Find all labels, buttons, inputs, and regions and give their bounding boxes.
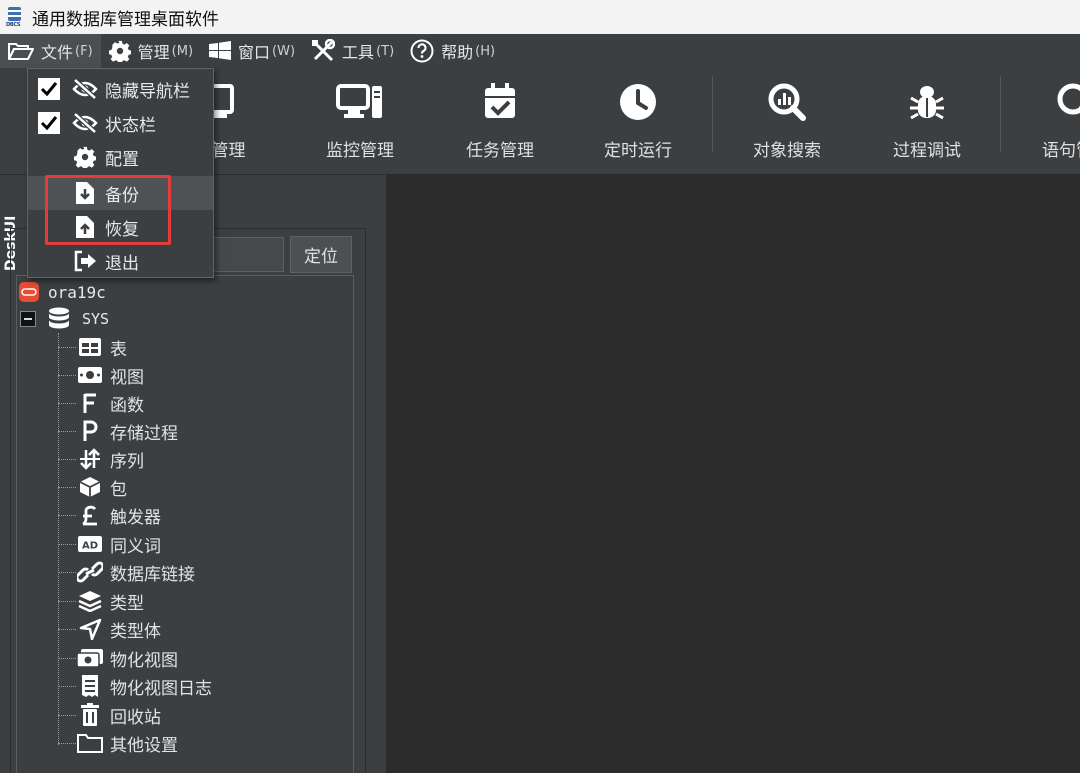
clock-icon bbox=[620, 84, 656, 120]
materialized-view-icon bbox=[76, 646, 104, 670]
tree-node-types[interactable]: 类型 bbox=[58, 587, 144, 615]
toolbar-separator bbox=[1000, 76, 1001, 152]
sign-out-icon bbox=[72, 249, 98, 273]
toolbar-monitor-button[interactable]: 监控管理 bbox=[300, 78, 420, 168]
menu-item-exit[interactable]: 退出 bbox=[28, 244, 213, 278]
tree-node-packages[interactable]: 包 bbox=[58, 473, 127, 501]
eye-slash-icon bbox=[72, 111, 98, 135]
toolbar-sql-manage-button[interactable]: 语句管理 bbox=[1016, 78, 1080, 168]
title-bar: DBCS 通用数据库管理桌面软件 bbox=[0, 0, 1080, 34]
tree-node-sequences[interactable]: 序列 bbox=[58, 445, 144, 473]
tree-node-triggers[interactable]: 触发器 bbox=[58, 501, 161, 529]
table-icon bbox=[76, 335, 104, 359]
tree-node-views[interactable]: 视图 bbox=[58, 361, 144, 389]
gear-icon bbox=[108, 40, 131, 62]
tree-schema-node[interactable]: SYS bbox=[20, 306, 109, 332]
search-icon bbox=[1057, 83, 1080, 115]
folder-icon bbox=[76, 731, 104, 755]
view-icon bbox=[76, 363, 104, 387]
tree-node-db-links[interactable]: 数据库链接 bbox=[58, 558, 195, 586]
menu-item-config[interactable]: 配置 bbox=[28, 140, 213, 174]
locate-button[interactable]: 定位 bbox=[290, 236, 352, 273]
checkbox-checked-icon[interactable] bbox=[38, 78, 60, 100]
toolbar-object-search-button[interactable]: 对象搜索 bbox=[727, 78, 847, 168]
tree-node-mview-logs[interactable]: 物化视图日志 bbox=[58, 672, 212, 700]
tree-node-functions[interactable]: 函数 bbox=[58, 389, 144, 417]
svg-text:AD: AD bbox=[82, 541, 98, 552]
window-title: 通用数据库管理桌面软件 bbox=[32, 9, 219, 30]
monitor-icon bbox=[336, 84, 382, 118]
tree-node-mviews[interactable]: 物化视图 bbox=[58, 644, 178, 672]
trigger-pound-icon bbox=[76, 503, 104, 527]
help-circle-icon bbox=[410, 39, 434, 63]
tree-node-other-settings[interactable]: 其他设置 bbox=[58, 729, 178, 757]
calendar-check-icon bbox=[485, 83, 515, 118]
toolbar-debug-button[interactable]: 过程调试 bbox=[867, 78, 987, 168]
menu-tools[interactable]: 工具 (T) bbox=[303, 34, 402, 68]
windows-icon bbox=[209, 41, 232, 60]
procedure-p-icon bbox=[76, 419, 104, 443]
navigator-search-input[interactable] bbox=[212, 237, 284, 272]
tree-node-synonyms[interactable]: AD 同义词 bbox=[58, 530, 161, 558]
package-cube-icon bbox=[76, 475, 104, 499]
menu-file[interactable]: 文件 (F) bbox=[0, 34, 101, 68]
file-menu-dropdown: 隐藏导航栏 状态栏 配置 备份 恢复 退出 bbox=[27, 68, 214, 278]
checkbox-checked-icon[interactable] bbox=[38, 112, 60, 134]
tree-node-procedures[interactable]: 存储过程 bbox=[58, 417, 178, 445]
menu-item-status-bar[interactable]: 状态栏 bbox=[28, 106, 213, 140]
toolbar-schedule-button[interactable]: 定时运行 bbox=[578, 78, 698, 168]
highlight-annotation-box bbox=[45, 175, 171, 245]
function-f-icon bbox=[76, 391, 104, 415]
tools-icon bbox=[312, 39, 336, 62]
link-icon bbox=[76, 560, 104, 584]
layers-icon bbox=[76, 589, 104, 613]
trash-icon bbox=[76, 703, 104, 727]
menu-bar: 文件 (F) 管理 (M) 窗口 (W) 工具 (T) 帮助 (H) bbox=[0, 34, 1080, 68]
menu-window[interactable]: 窗口 (W) bbox=[201, 34, 303, 68]
oracle-icon bbox=[19, 282, 39, 302]
tree-connection-node[interactable]: ora19c bbox=[18, 279, 106, 305]
workspace-area bbox=[386, 175, 1080, 773]
eye-slash-icon bbox=[72, 77, 98, 101]
menu-help[interactable]: 帮助 (H) bbox=[402, 34, 503, 68]
folder-open-icon bbox=[8, 43, 34, 60]
toolbar-task-button[interactable]: 任务管理 bbox=[440, 78, 560, 168]
gear-icon bbox=[72, 145, 98, 169]
tree-node-recycle-bin[interactable]: 回收站 bbox=[58, 701, 161, 729]
database-icon bbox=[49, 307, 69, 329]
receipt-icon bbox=[76, 674, 104, 698]
sequence-icon bbox=[76, 447, 104, 471]
bug-icon bbox=[910, 86, 944, 120]
menu-item-hide-navbar[interactable]: 隐藏导航栏 bbox=[28, 72, 213, 106]
toolbar-separator bbox=[712, 76, 713, 152]
collapse-toggle-icon[interactable] bbox=[20, 311, 36, 327]
tree-node-tables[interactable]: 表 bbox=[58, 333, 127, 361]
synonym-ad-icon: AD bbox=[76, 532, 104, 556]
menu-manage[interactable]: 管理 (M) bbox=[101, 34, 201, 68]
search-chart-icon bbox=[768, 83, 806, 121]
database-stack-icon: DBCS bbox=[6, 6, 24, 28]
tree-node-type-bodies[interactable]: 类型体 bbox=[58, 615, 161, 643]
type-body-icon bbox=[76, 617, 104, 641]
